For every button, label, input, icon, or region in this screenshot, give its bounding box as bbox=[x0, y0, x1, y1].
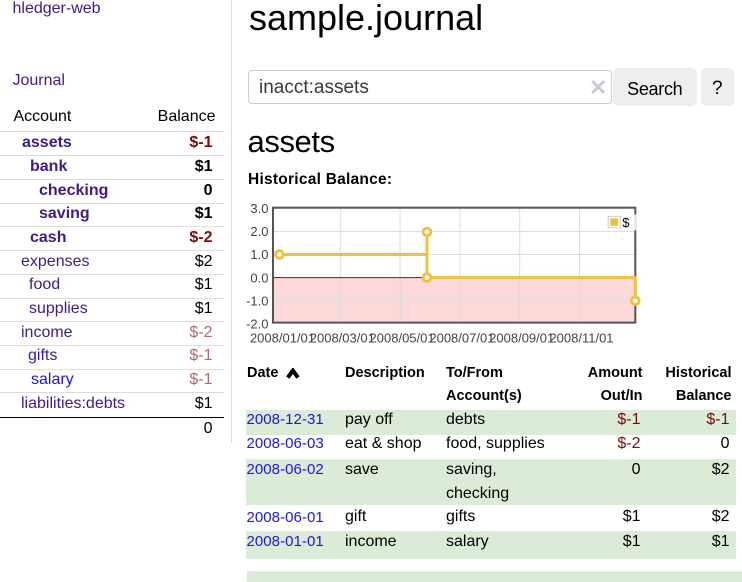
svg-text:3.0: 3.0 bbox=[250, 201, 268, 216]
svg-text:2008/07/01: 2008/07/01 bbox=[429, 331, 494, 346]
svg-text:-2.0: -2.0 bbox=[246, 317, 268, 332]
svg-text:2008/05/01: 2008/05/01 bbox=[369, 331, 434, 346]
svg-text:$: $ bbox=[622, 215, 630, 230]
svg-text:2008/11/01: 2008/11/01 bbox=[549, 331, 613, 346]
svg-text:-1.0: -1.0 bbox=[246, 293, 268, 308]
svg-text:2008/03/01: 2008/03/01 bbox=[309, 331, 374, 346]
svg-text:2008/01/01: 2008/01/01 bbox=[249, 331, 314, 346]
svg-text:0.0: 0.0 bbox=[250, 270, 268, 285]
svg-text:2.0: 2.0 bbox=[250, 224, 268, 239]
svg-text:2008/09/01: 2008/09/01 bbox=[489, 331, 554, 346]
svg-text:1.0: 1.0 bbox=[250, 247, 268, 262]
